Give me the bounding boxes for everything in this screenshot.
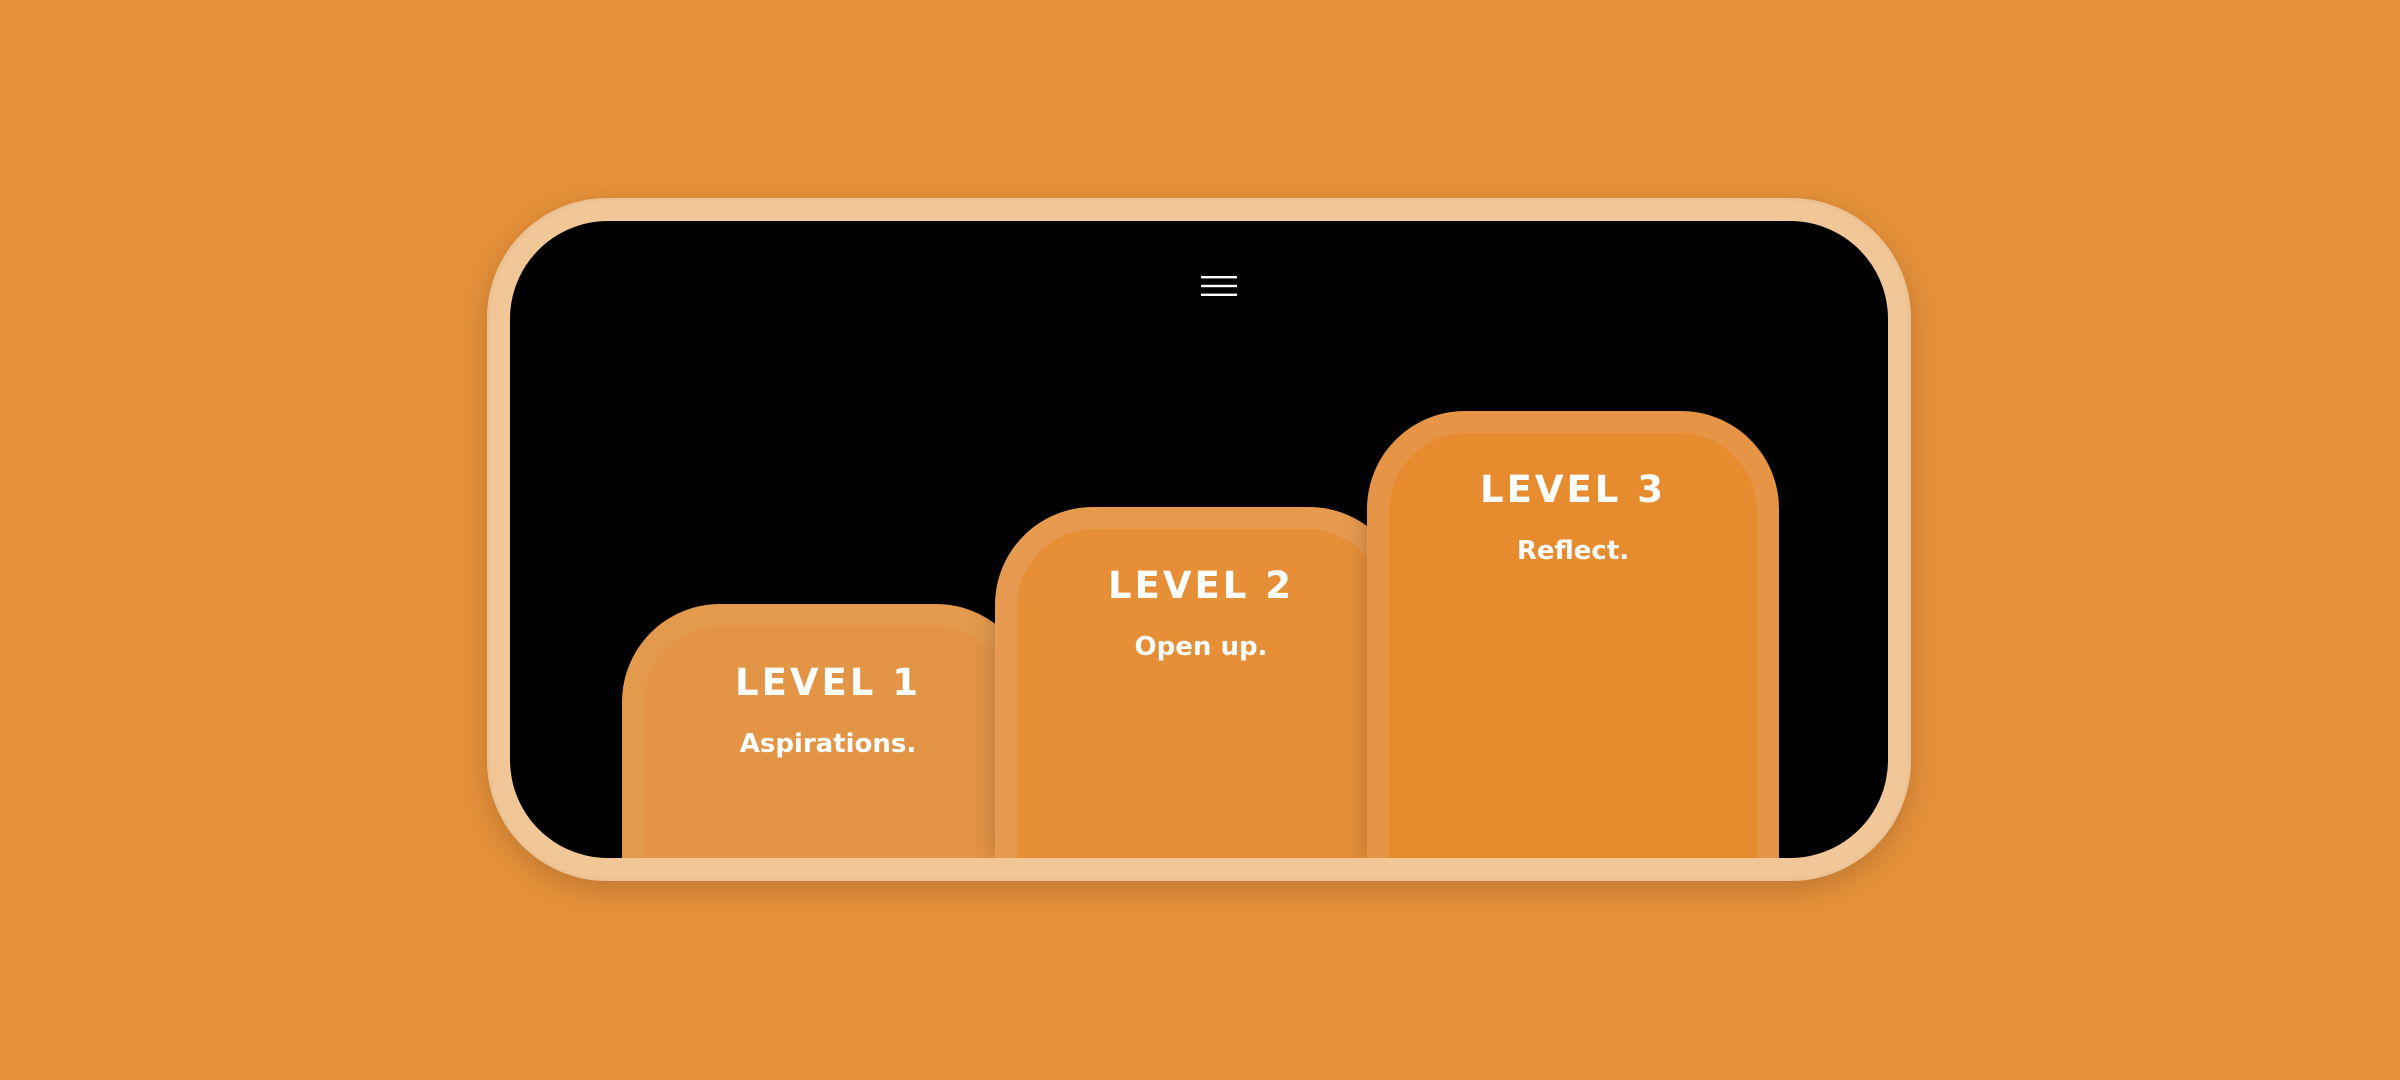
hamburger-menu-icon: [1201, 276, 1237, 296]
app-screen: LEVEL 1 Aspirations. LEVEL 2 Open up. LE…: [510, 221, 1888, 858]
level-1-card-inner: LEVEL 1 Aspirations.: [644, 626, 1012, 858]
level-1-title: LEVEL 1: [735, 661, 921, 704]
level-3-title: LEVEL 3: [1480, 468, 1666, 511]
level-3-subtitle: Reflect.: [1516, 536, 1630, 566]
level-3-card-inner: LEVEL 3 Reflect.: [1389, 433, 1757, 858]
level-2-subtitle: Open up.: [1134, 632, 1268, 662]
level-2-title: LEVEL 2: [1108, 564, 1294, 607]
level-2-card-inner: LEVEL 2 Open up.: [1017, 529, 1385, 858]
level-2-card[interactable]: LEVEL 2 Open up.: [995, 507, 1407, 858]
level-3-card[interactable]: LEVEL 3 Reflect.: [1367, 411, 1779, 858]
menu-button[interactable]: [1198, 271, 1240, 301]
device-frame: LEVEL 1 Aspirations. LEVEL 2 Open up. LE…: [487, 198, 1911, 881]
level-1-subtitle: Aspirations.: [739, 729, 917, 759]
level-1-card[interactable]: LEVEL 1 Aspirations.: [622, 604, 1034, 858]
